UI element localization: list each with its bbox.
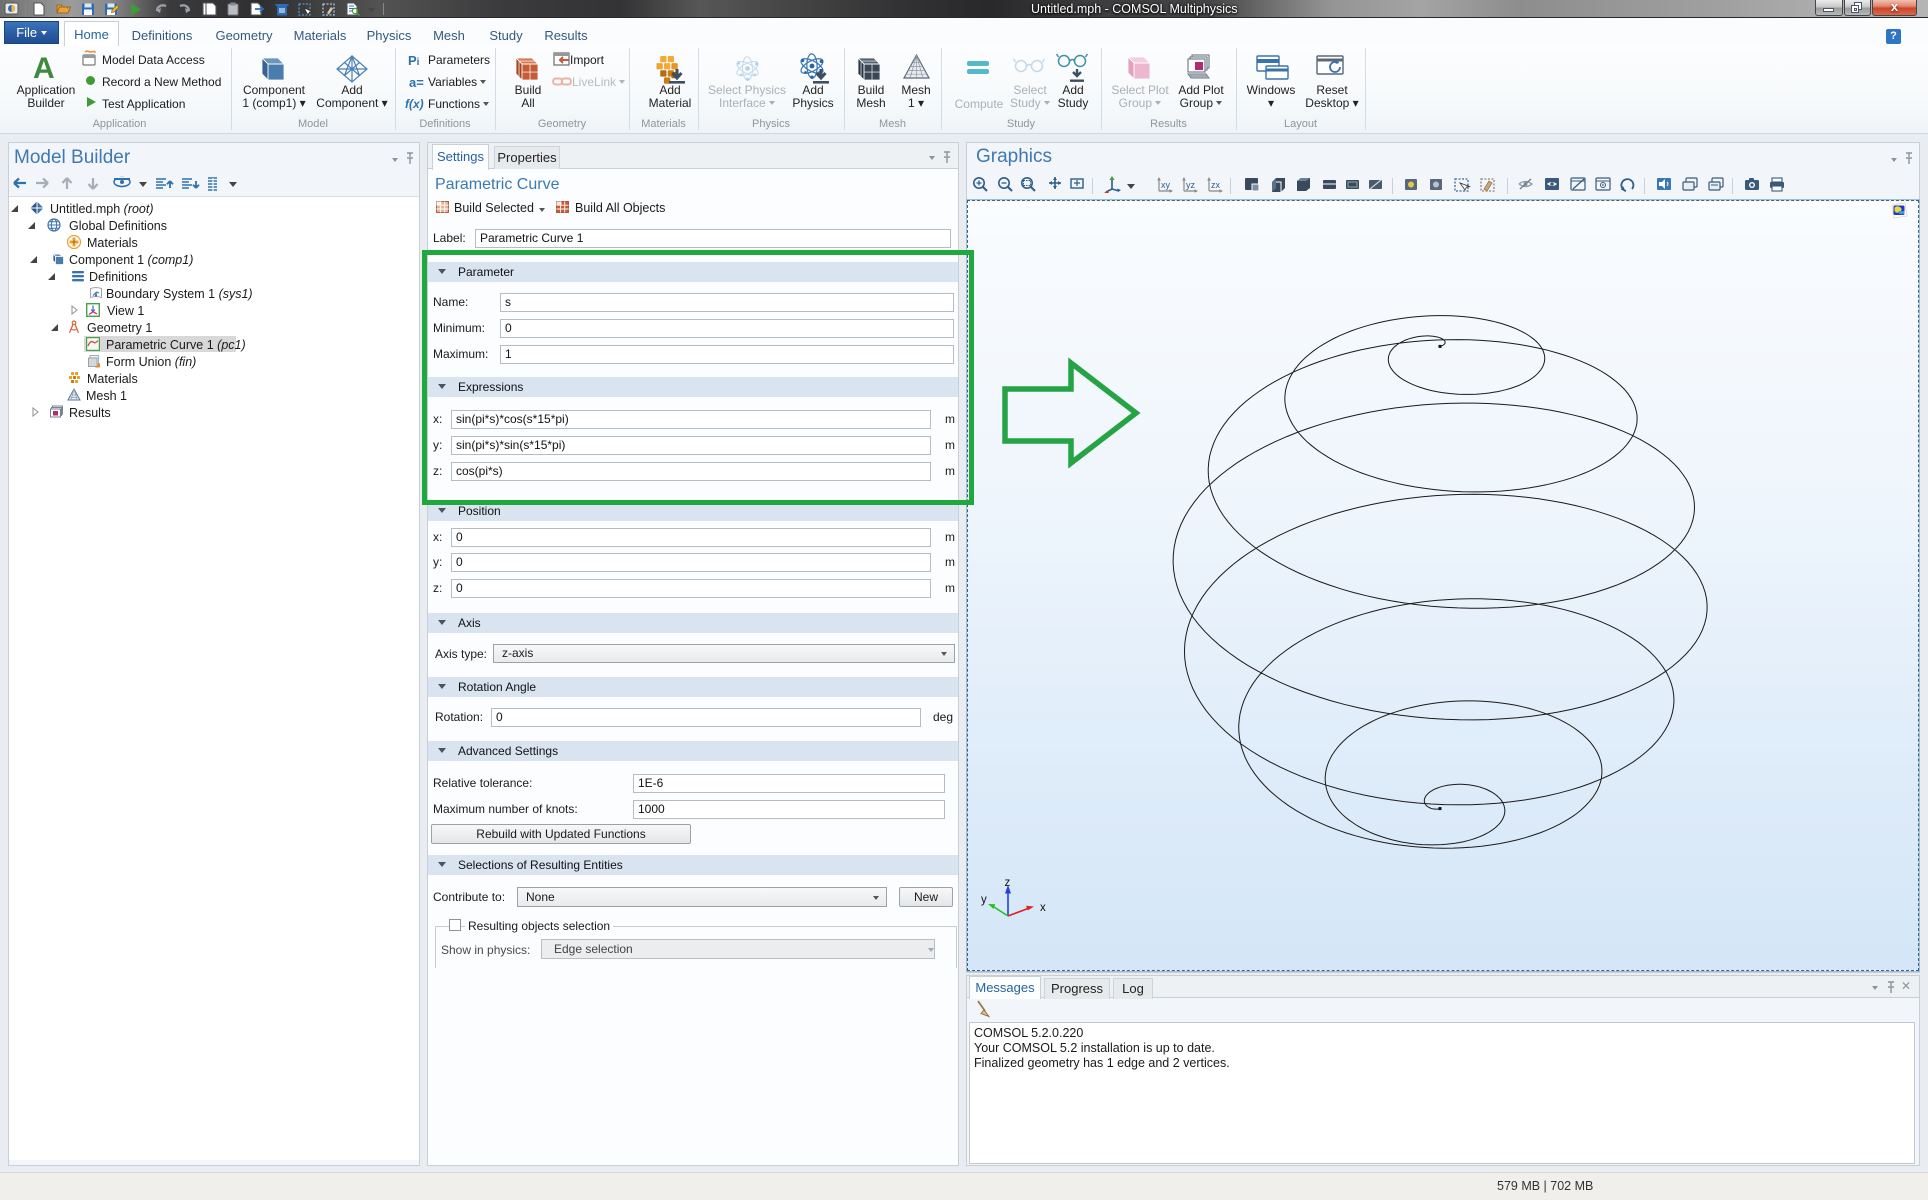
svg-text:zx: zx	[1211, 180, 1221, 190]
svg-text:xy: xy	[1161, 180, 1171, 190]
svg-text:yz: yz	[1186, 180, 1196, 190]
svg-text:z: z	[1005, 878, 1011, 889]
svg-text:x: x	[1040, 902, 1046, 914]
svg-text:y: y	[981, 894, 987, 906]
